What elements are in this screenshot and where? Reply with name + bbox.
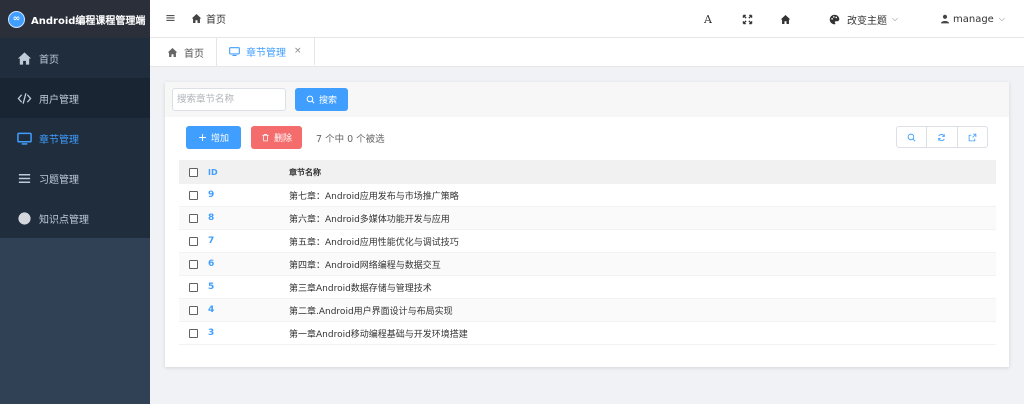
sidebar-item-label: 首页 bbox=[39, 54, 59, 66]
refresh-button[interactable] bbox=[927, 127, 958, 147]
chapter-panel: 搜索章节名称 搜索 增加 删除 7 个中 0 个被选 ID 章节名称 9 第七章：… bbox=[165, 82, 1009, 367]
select-all-checkbox[interactable] bbox=[189, 167, 198, 177]
row-checkbox[interactable] bbox=[189, 236, 198, 246]
row-name: 第六章：Android多媒体功能开发与应用 bbox=[289, 214, 450, 225]
sidebar-menu: 首页 用户管理 章节管理 习题管理 知识点管理 bbox=[0, 38, 150, 238]
theme-switcher[interactable]: 改变主题 ⌵ bbox=[829, 12, 898, 27]
row-checkbox[interactable] bbox=[189, 328, 198, 338]
delete-button-label: 删除 bbox=[273, 134, 292, 144]
selection-count: 7 个中 0 个被选 bbox=[316, 134, 385, 145]
chevron-down-icon: ⌵ bbox=[998, 14, 1005, 23]
add-button-label: 增加 bbox=[210, 134, 229, 144]
chapter-table: ID 章节名称 9 第七章：Android应用发布与市场推广策略 8 第六章：Andr… bbox=[179, 160, 996, 345]
table-body: 9 第七章：Android应用发布与市场推广策略 8 第六章：Android多媒体功能… bbox=[179, 184, 996, 345]
table-row[interactable]: 7 第五章：Android应用性能优化与调试技巧 bbox=[179, 230, 996, 253]
search-input[interactable]: 搜索章节名称 bbox=[172, 88, 286, 111]
search-bar: 搜索章节名称 搜索 bbox=[165, 82, 1009, 117]
delete-button[interactable]: 删除 bbox=[251, 126, 302, 149]
breadcrumb-home: 首页 bbox=[206, 15, 226, 26]
tab-bar: 首页 章节管理 × bbox=[150, 38, 1024, 67]
row-id[interactable]: 9 bbox=[208, 190, 289, 200]
table-header: ID 章节名称 bbox=[179, 160, 996, 184]
search-button[interactable]: 搜索 bbox=[295, 88, 348, 111]
row-name: 第七章：Android应用发布与市场推广策略 bbox=[289, 191, 459, 202]
row-name: 第五章：Android应用性能优化与调试技巧 bbox=[289, 237, 459, 248]
export-icon bbox=[968, 133, 977, 141]
sidebar: ∞ Android编程课程管理端 首页 用户管理 章节管理 习题管理 知识点管理 bbox=[0, 0, 150, 404]
sidebar-item-label: 章节管理 bbox=[39, 134, 79, 146]
home-icon bbox=[167, 47, 178, 57]
plus-icon bbox=[199, 134, 206, 141]
search-button-label: 搜索 bbox=[318, 96, 337, 106]
dot-icon bbox=[16, 210, 32, 226]
tab-label: 首页 bbox=[184, 48, 204, 60]
monitor-icon bbox=[16, 130, 32, 146]
home-icon[interactable] bbox=[780, 14, 791, 25]
palette-icon bbox=[829, 14, 840, 24]
sidebar-item-users[interactable]: 用户管理 bbox=[0, 78, 150, 118]
table-tools bbox=[896, 126, 988, 148]
fullscreen-icon[interactable] bbox=[742, 14, 753, 25]
table-row[interactable]: 4 第二章.Android用户界面设计与布局实现 bbox=[179, 299, 996, 322]
add-button[interactable]: 增加 bbox=[186, 126, 241, 149]
top-header: ≡ 首页 A 改变主题 ⌵ manage ⌵ bbox=[150, 0, 1024, 38]
home-icon bbox=[16, 50, 32, 66]
sidebar-item-knowledge[interactable]: 知识点管理 bbox=[0, 198, 150, 238]
tool-search-button[interactable] bbox=[897, 127, 928, 147]
refresh-icon bbox=[938, 133, 946, 141]
logo-icon: ∞ bbox=[8, 10, 25, 28]
row-checkbox[interactable] bbox=[189, 282, 198, 292]
username: manage bbox=[953, 13, 994, 25]
column-header-id[interactable]: ID bbox=[208, 168, 289, 177]
row-id[interactable]: 7 bbox=[208, 236, 289, 246]
tab-label: 章节管理 bbox=[246, 47, 286, 59]
row-id[interactable]: 5 bbox=[208, 282, 289, 292]
row-checkbox[interactable] bbox=[189, 305, 198, 315]
home-icon bbox=[191, 14, 202, 23]
sidebar-item-label: 用户管理 bbox=[39, 94, 79, 106]
font-size-icon[interactable]: A bbox=[704, 13, 712, 26]
app-logo[interactable]: ∞ Android编程课程管理端 bbox=[0, 0, 150, 38]
row-id[interactable]: 3 bbox=[208, 328, 289, 338]
search-icon bbox=[306, 95, 315, 104]
row-name: 第三章Android数据存储与管理技术 bbox=[289, 283, 432, 294]
list-icon bbox=[16, 170, 32, 186]
row-name: 第二章.Android用户界面设计与布局实现 bbox=[289, 306, 453, 317]
app-title: Android编程课程管理端 bbox=[31, 15, 146, 27]
table-row[interactable]: 9 第七章：Android应用发布与市场推广策略 bbox=[179, 184, 996, 207]
sidebar-item-label: 知识点管理 bbox=[39, 214, 89, 226]
trash-icon bbox=[262, 134, 269, 142]
close-icon[interactable]: × bbox=[294, 46, 302, 56]
table-row[interactable]: 3 第一章Android移动编程基础与开发环境搭建 bbox=[179, 322, 996, 345]
row-name: 第一章Android移动编程基础与开发环境搭建 bbox=[289, 329, 468, 340]
row-name: 第四章：Android网络编程与数据交互 bbox=[289, 260, 441, 271]
row-checkbox[interactable] bbox=[189, 213, 198, 223]
column-header-name[interactable]: 章节名称 bbox=[289, 167, 996, 178]
search-icon bbox=[907, 133, 916, 141]
table-row[interactable]: 6 第四章：Android网络编程与数据交互 bbox=[179, 253, 996, 276]
breadcrumb[interactable]: 首页 bbox=[191, 11, 226, 26]
code-icon bbox=[16, 90, 32, 106]
chevron-down-icon: ⌵ bbox=[892, 14, 899, 23]
row-checkbox[interactable] bbox=[189, 190, 198, 200]
sidebar-item-home[interactable]: 首页 bbox=[0, 38, 150, 78]
user-menu[interactable]: manage ⌵ bbox=[940, 14, 1005, 25]
export-button[interactable] bbox=[958, 127, 987, 147]
sidebar-item-chapters[interactable]: 章节管理 bbox=[0, 118, 150, 158]
row-checkbox[interactable] bbox=[189, 259, 198, 269]
tab-home[interactable]: 首页 bbox=[155, 38, 217, 66]
row-id[interactable]: 4 bbox=[208, 305, 289, 315]
theme-label: 改变主题 bbox=[847, 15, 887, 27]
table-row[interactable]: 5 第三章Android数据存储与管理技术 bbox=[179, 276, 996, 299]
sidebar-item-exercises[interactable]: 习题管理 bbox=[0, 158, 150, 198]
row-id[interactable]: 8 bbox=[208, 213, 289, 223]
hamburger-icon[interactable]: ≡ bbox=[165, 11, 177, 26]
sidebar-item-label: 习题管理 bbox=[39, 174, 79, 186]
row-id[interactable]: 6 bbox=[208, 259, 289, 269]
table-row[interactable]: 8 第六章：Android多媒体功能开发与应用 bbox=[179, 207, 996, 230]
user-icon bbox=[940, 14, 950, 24]
tab-chapters[interactable]: 章节管理 × bbox=[217, 38, 315, 66]
monitor-icon bbox=[229, 46, 240, 56]
